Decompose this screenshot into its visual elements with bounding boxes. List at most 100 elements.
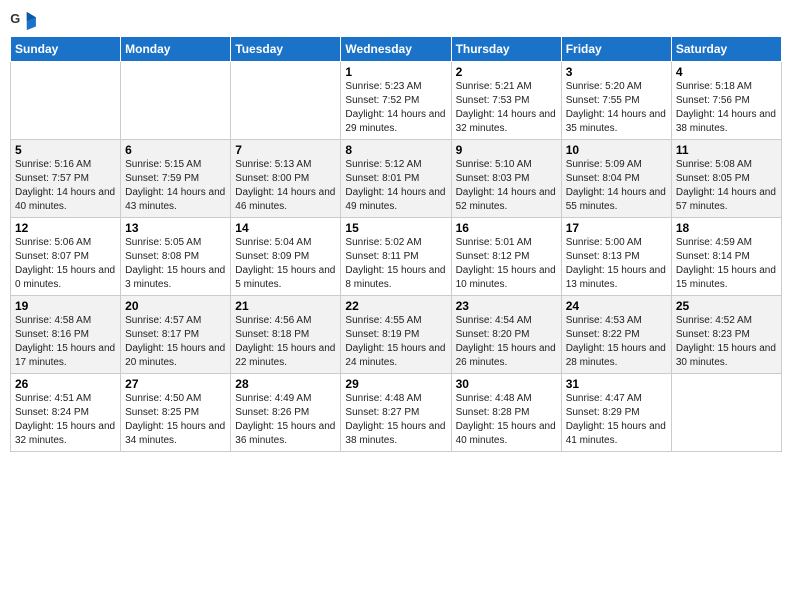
- day-info: Sunrise: 4:52 AMSunset: 8:23 PMDaylight:…: [676, 314, 777, 370]
- day-info: Sunrise: 4:59 AMSunset: 8:14 PMDaylight:…: [676, 236, 777, 292]
- day-number: 22: [345, 299, 446, 313]
- day-info: Sunrise: 4:56 AMSunset: 8:18 PMDaylight:…: [235, 314, 336, 370]
- calendar-cell: 10Sunrise: 5:09 AMSunset: 8:04 PMDayligh…: [561, 140, 671, 218]
- calendar-cell: 5Sunrise: 5:16 AMSunset: 7:57 PMDaylight…: [11, 140, 121, 218]
- day-info: Sunrise: 5:10 AMSunset: 8:03 PMDaylight:…: [456, 158, 557, 214]
- day-number: 31: [566, 377, 667, 391]
- day-info: Sunrise: 5:01 AMSunset: 8:12 PMDaylight:…: [456, 236, 557, 292]
- calendar-cell: 7Sunrise: 5:13 AMSunset: 8:00 PMDaylight…: [231, 140, 341, 218]
- day-info: Sunrise: 5:16 AMSunset: 7:57 PMDaylight:…: [15, 158, 116, 214]
- calendar-cell: 22Sunrise: 4:55 AMSunset: 8:19 PMDayligh…: [341, 296, 451, 374]
- day-number: 14: [235, 221, 336, 235]
- calendar-cell: 19Sunrise: 4:58 AMSunset: 8:16 PMDayligh…: [11, 296, 121, 374]
- day-number: 1: [345, 65, 446, 79]
- day-number: 18: [676, 221, 777, 235]
- calendar-cell: 1Sunrise: 5:23 AMSunset: 7:52 PMDaylight…: [341, 62, 451, 140]
- day-info: Sunrise: 4:57 AMSunset: 8:17 PMDaylight:…: [125, 314, 226, 370]
- weekday-header-friday: Friday: [561, 37, 671, 62]
- day-info: Sunrise: 5:02 AMSunset: 8:11 PMDaylight:…: [345, 236, 446, 292]
- day-number: 25: [676, 299, 777, 313]
- day-info: Sunrise: 4:48 AMSunset: 8:28 PMDaylight:…: [456, 392, 557, 448]
- day-info: Sunrise: 5:20 AMSunset: 7:55 PMDaylight:…: [566, 80, 667, 136]
- day-info: Sunrise: 5:09 AMSunset: 8:04 PMDaylight:…: [566, 158, 667, 214]
- day-number: 2: [456, 65, 557, 79]
- day-number: 3: [566, 65, 667, 79]
- logo-icon: G: [10, 10, 38, 32]
- calendar-cell: 11Sunrise: 5:08 AMSunset: 8:05 PMDayligh…: [671, 140, 781, 218]
- day-info: Sunrise: 5:21 AMSunset: 7:53 PMDaylight:…: [456, 80, 557, 136]
- header: G: [10, 10, 782, 32]
- day-info: Sunrise: 4:55 AMSunset: 8:19 PMDaylight:…: [345, 314, 446, 370]
- calendar-cell: [231, 62, 341, 140]
- calendar: SundayMondayTuesdayWednesdayThursdayFrid…: [10, 36, 782, 452]
- calendar-cell: [11, 62, 121, 140]
- calendar-cell: 29Sunrise: 4:48 AMSunset: 8:27 PMDayligh…: [341, 374, 451, 452]
- calendar-cell: 14Sunrise: 5:04 AMSunset: 8:09 PMDayligh…: [231, 218, 341, 296]
- calendar-cell: 18Sunrise: 4:59 AMSunset: 8:14 PMDayligh…: [671, 218, 781, 296]
- day-number: 7: [235, 143, 336, 157]
- day-info: Sunrise: 4:58 AMSunset: 8:16 PMDaylight:…: [15, 314, 116, 370]
- day-info: Sunrise: 5:13 AMSunset: 8:00 PMDaylight:…: [235, 158, 336, 214]
- calendar-cell: 6Sunrise: 5:15 AMSunset: 7:59 PMDaylight…: [121, 140, 231, 218]
- day-number: 8: [345, 143, 446, 157]
- day-info: Sunrise: 5:08 AMSunset: 8:05 PMDaylight:…: [676, 158, 777, 214]
- week-row-4: 19Sunrise: 4:58 AMSunset: 8:16 PMDayligh…: [11, 296, 782, 374]
- day-info: Sunrise: 4:47 AMSunset: 8:29 PMDaylight:…: [566, 392, 667, 448]
- day-number: 28: [235, 377, 336, 391]
- calendar-cell: 3Sunrise: 5:20 AMSunset: 7:55 PMDaylight…: [561, 62, 671, 140]
- calendar-cell: 31Sunrise: 4:47 AMSunset: 8:29 PMDayligh…: [561, 374, 671, 452]
- calendar-cell: 17Sunrise: 5:00 AMSunset: 8:13 PMDayligh…: [561, 218, 671, 296]
- calendar-cell: 4Sunrise: 5:18 AMSunset: 7:56 PMDaylight…: [671, 62, 781, 140]
- calendar-cell: 2Sunrise: 5:21 AMSunset: 7:53 PMDaylight…: [451, 62, 561, 140]
- calendar-cell: 28Sunrise: 4:49 AMSunset: 8:26 PMDayligh…: [231, 374, 341, 452]
- day-number: 4: [676, 65, 777, 79]
- day-info: Sunrise: 5:18 AMSunset: 7:56 PMDaylight:…: [676, 80, 777, 136]
- weekday-header-saturday: Saturday: [671, 37, 781, 62]
- day-info: Sunrise: 5:00 AMSunset: 8:13 PMDaylight:…: [566, 236, 667, 292]
- day-number: 15: [345, 221, 446, 235]
- day-number: 12: [15, 221, 116, 235]
- calendar-cell: 30Sunrise: 4:48 AMSunset: 8:28 PMDayligh…: [451, 374, 561, 452]
- day-info: Sunrise: 4:50 AMSunset: 8:25 PMDaylight:…: [125, 392, 226, 448]
- day-info: Sunrise: 5:06 AMSunset: 8:07 PMDaylight:…: [15, 236, 116, 292]
- day-number: 20: [125, 299, 226, 313]
- weekday-header-wednesday: Wednesday: [341, 37, 451, 62]
- day-number: 16: [456, 221, 557, 235]
- day-number: 26: [15, 377, 116, 391]
- day-number: 5: [15, 143, 116, 157]
- week-row-2: 5Sunrise: 5:16 AMSunset: 7:57 PMDaylight…: [11, 140, 782, 218]
- day-number: 23: [456, 299, 557, 313]
- day-number: 11: [676, 143, 777, 157]
- week-row-3: 12Sunrise: 5:06 AMSunset: 8:07 PMDayligh…: [11, 218, 782, 296]
- calendar-cell: 25Sunrise: 4:52 AMSunset: 8:23 PMDayligh…: [671, 296, 781, 374]
- weekday-header-sunday: Sunday: [11, 37, 121, 62]
- calendar-cell: 21Sunrise: 4:56 AMSunset: 8:18 PMDayligh…: [231, 296, 341, 374]
- calendar-cell: 26Sunrise: 4:51 AMSunset: 8:24 PMDayligh…: [11, 374, 121, 452]
- weekday-header-row: SundayMondayTuesdayWednesdayThursdayFrid…: [11, 37, 782, 62]
- day-number: 10: [566, 143, 667, 157]
- logo: G: [10, 10, 42, 32]
- calendar-cell: 24Sunrise: 4:53 AMSunset: 8:22 PMDayligh…: [561, 296, 671, 374]
- day-number: 6: [125, 143, 226, 157]
- day-info: Sunrise: 4:48 AMSunset: 8:27 PMDaylight:…: [345, 392, 446, 448]
- calendar-cell: 15Sunrise: 5:02 AMSunset: 8:11 PMDayligh…: [341, 218, 451, 296]
- day-info: Sunrise: 5:04 AMSunset: 8:09 PMDaylight:…: [235, 236, 336, 292]
- calendar-cell: 27Sunrise: 4:50 AMSunset: 8:25 PMDayligh…: [121, 374, 231, 452]
- calendar-cell: 20Sunrise: 4:57 AMSunset: 8:17 PMDayligh…: [121, 296, 231, 374]
- day-number: 17: [566, 221, 667, 235]
- day-info: Sunrise: 4:49 AMSunset: 8:26 PMDaylight:…: [235, 392, 336, 448]
- week-row-1: 1Sunrise: 5:23 AMSunset: 7:52 PMDaylight…: [11, 62, 782, 140]
- day-info: Sunrise: 5:15 AMSunset: 7:59 PMDaylight:…: [125, 158, 226, 214]
- day-number: 29: [345, 377, 446, 391]
- day-info: Sunrise: 4:51 AMSunset: 8:24 PMDaylight:…: [15, 392, 116, 448]
- weekday-header-monday: Monday: [121, 37, 231, 62]
- day-number: 21: [235, 299, 336, 313]
- day-number: 19: [15, 299, 116, 313]
- week-row-5: 26Sunrise: 4:51 AMSunset: 8:24 PMDayligh…: [11, 374, 782, 452]
- calendar-cell: 8Sunrise: 5:12 AMSunset: 8:01 PMDaylight…: [341, 140, 451, 218]
- calendar-cell: 12Sunrise: 5:06 AMSunset: 8:07 PMDayligh…: [11, 218, 121, 296]
- day-number: 9: [456, 143, 557, 157]
- calendar-cell: 9Sunrise: 5:10 AMSunset: 8:03 PMDaylight…: [451, 140, 561, 218]
- day-number: 13: [125, 221, 226, 235]
- day-info: Sunrise: 5:05 AMSunset: 8:08 PMDaylight:…: [125, 236, 226, 292]
